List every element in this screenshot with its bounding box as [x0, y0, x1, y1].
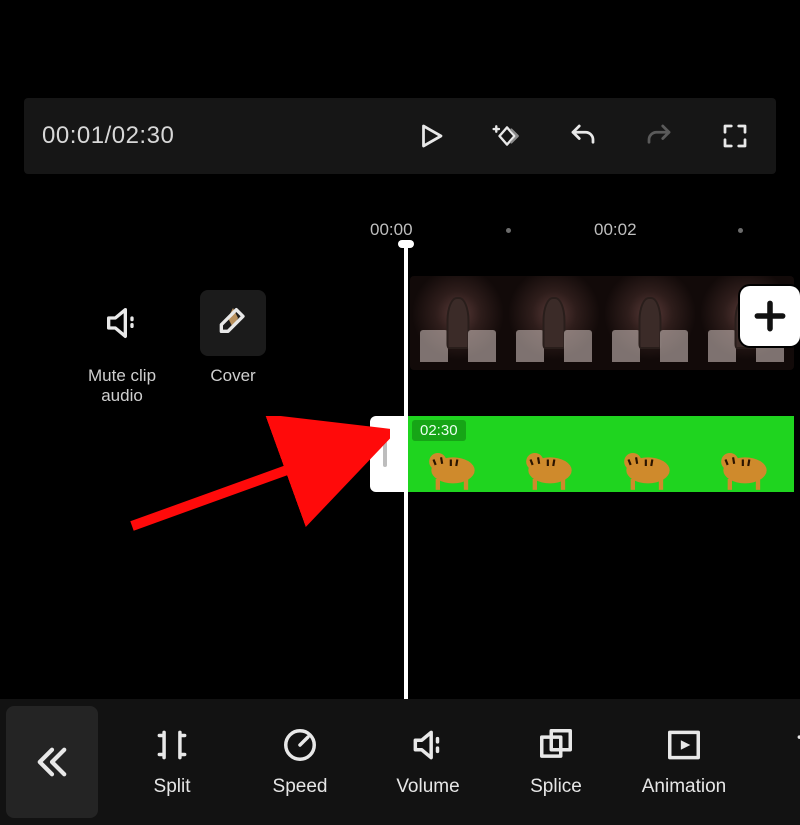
playbar-icons: [416, 121, 750, 151]
splice-tool[interactable]: Splice: [492, 726, 620, 798]
annotation-arrow: [120, 416, 390, 536]
delete-icon: [793, 726, 800, 764]
play-icon[interactable]: [416, 121, 446, 151]
delete-tool[interactable]: De: [748, 726, 800, 798]
overlay-thumb: [697, 416, 795, 492]
speed-icon: [281, 726, 319, 764]
animation-icon: [665, 726, 703, 764]
total-time: 02:30: [112, 122, 175, 149]
current-time: 00:01: [42, 122, 105, 149]
overlay-track[interactable]: 02:30: [370, 416, 794, 492]
tool-label: Split: [154, 776, 191, 798]
undo-icon[interactable]: [568, 121, 598, 151]
back-button[interactable]: [6, 706, 98, 818]
video-thumb: [506, 276, 602, 370]
ruler-tick: 00:02: [594, 220, 637, 240]
fullscreen-icon[interactable]: [720, 121, 750, 151]
timeline[interactable]: 00:00 00:02 02:30: [354, 220, 794, 510]
tool-label: Splice: [530, 776, 582, 798]
splice-icon: [537, 726, 575, 764]
cover-label: Cover: [210, 366, 255, 386]
tool-label: Volume: [396, 776, 459, 798]
side-controls: Mute clip audio Cover: [88, 290, 266, 407]
overlay-thumb: [599, 416, 697, 492]
add-clip-button[interactable]: [740, 286, 800, 346]
keyframe-add-icon[interactable]: [492, 121, 522, 151]
ruler-dot: [506, 228, 511, 233]
animation-tool[interactable]: Animation: [620, 726, 748, 798]
mute-clip-audio-button[interactable]: Mute clip audio: [88, 290, 156, 407]
video-thumb: [410, 276, 506, 370]
ruler-dot: [738, 228, 743, 233]
mute-label-2: audio: [88, 386, 156, 406]
main-video-track[interactable]: [410, 276, 794, 370]
chevron-double-left-icon: [31, 741, 73, 783]
plus-icon: [751, 297, 789, 335]
overlay-thumb: [502, 416, 600, 492]
split-tool[interactable]: Split: [108, 726, 236, 798]
edit-cover-icon: [213, 303, 253, 343]
tool-label: Speed: [273, 776, 328, 798]
mute-label-1: Mute clip: [88, 366, 156, 386]
overlay-clip[interactable]: 02:30: [400, 416, 794, 492]
tool-label: Animation: [642, 776, 727, 798]
bottom-toolbar: Split Speed Volume Splice Animation De: [0, 699, 800, 825]
video-editor-screen: 00:01/02:30: [0, 0, 800, 825]
speaker-icon: [102, 303, 142, 343]
split-icon: [153, 726, 191, 764]
volume-icon: [409, 726, 447, 764]
tool-strip[interactable]: Split Speed Volume Splice Animation De: [108, 726, 800, 798]
cover-button[interactable]: Cover: [200, 290, 266, 386]
overlay-duration-badge: 02:30: [412, 420, 466, 441]
clip-trim-handle[interactable]: [370, 416, 400, 492]
ruler-tick: 00:00: [370, 220, 413, 240]
volume-tool[interactable]: Volume: [364, 726, 492, 798]
timecode: 00:01/02:30: [42, 122, 174, 150]
playback-bar: 00:01/02:30: [24, 98, 776, 174]
speed-tool[interactable]: Speed: [236, 726, 364, 798]
video-thumb: [602, 276, 698, 370]
redo-icon[interactable]: [644, 121, 674, 151]
top-strip: [0, 0, 800, 38]
time-ruler[interactable]: 00:00 00:02: [354, 220, 794, 244]
